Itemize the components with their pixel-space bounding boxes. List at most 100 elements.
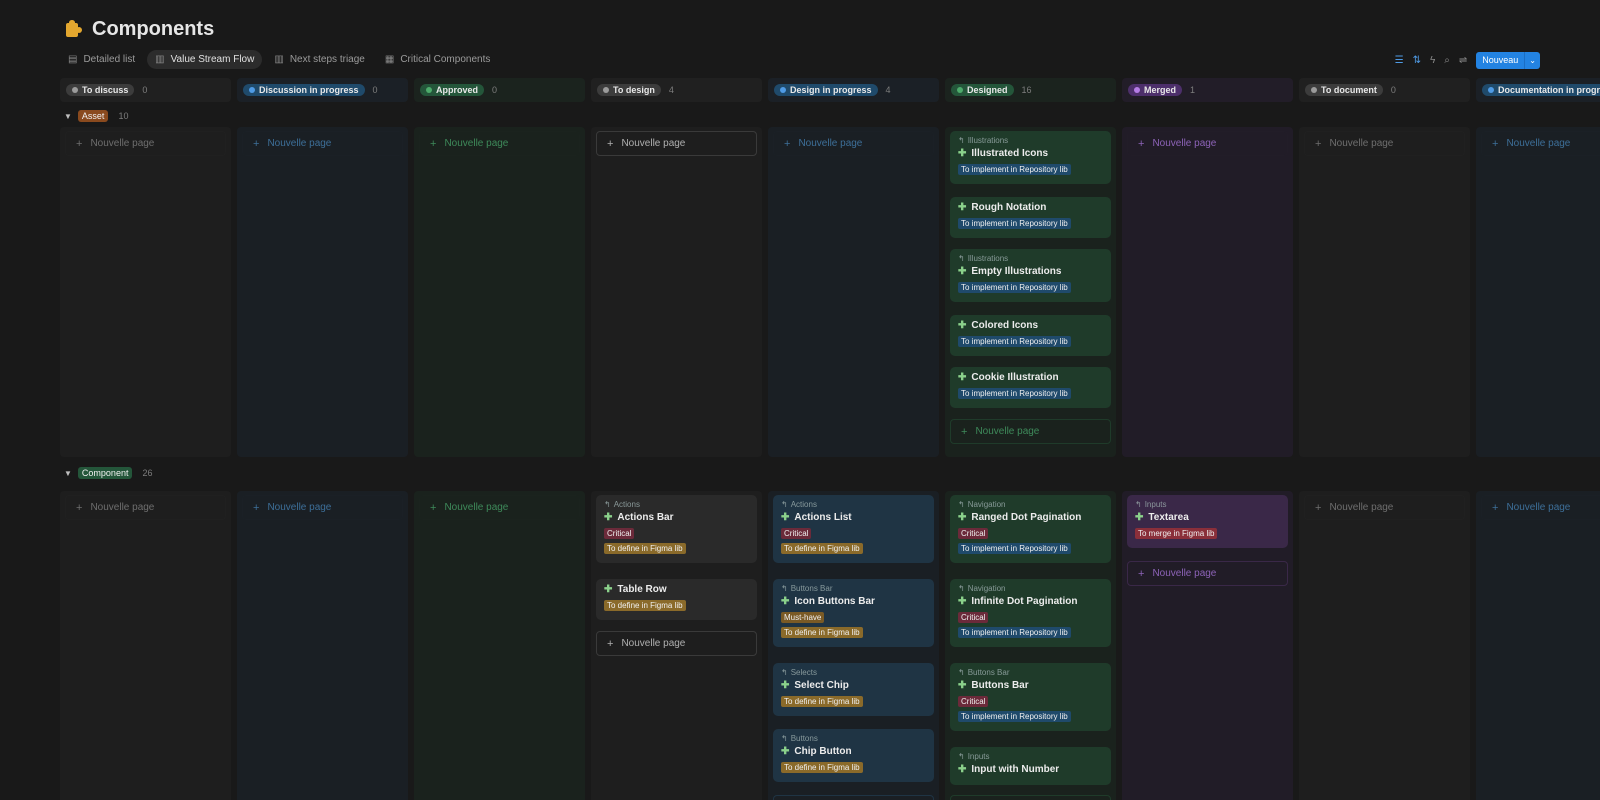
card-parent-label: Inputs (967, 752, 990, 761)
new-page-button[interactable]: +Nouvelle page (596, 131, 757, 156)
column-header[interactable]: Merged 1 (1122, 78, 1293, 102)
automation-icon[interactable]: ϟ (1430, 55, 1435, 66)
new-page-button[interactable]: +Nouvelle page (1127, 561, 1288, 586)
board-lane: + Nouvelle page (414, 491, 585, 800)
board-card[interactable]: ↰ Actions ✚ Actions List Critical To define i… (773, 495, 934, 563)
new-page-button[interactable]: +Nouvelle page (773, 795, 934, 800)
card-parent: ↰ Illustrations (958, 254, 1103, 263)
parent-arrow-icon: ↰ (781, 668, 788, 677)
view-tab[interactable]: ▤ Detailed list (60, 50, 143, 69)
column-header[interactable]: Designed 16 (945, 78, 1116, 102)
card-title-label: Infinite Dot Pagination (971, 596, 1078, 607)
board-card[interactable]: ↰ Illustrations ✚ Empty Illustrations To imp… (950, 249, 1111, 302)
board-lane: + Nouvelle page (591, 127, 762, 457)
board-card[interactable]: ↰ Selects ✚ Select Chip To define in Figma l… (773, 663, 934, 716)
plus-icon: + (1138, 137, 1145, 150)
plus-icon: + (253, 137, 260, 150)
column-header[interactable]: To design 4 (591, 78, 762, 102)
sort-icon[interactable]: ⇅ (1413, 55, 1421, 66)
filter-icon[interactable]: ☰ (1395, 55, 1404, 66)
column-header[interactable]: To document 0 (1299, 78, 1470, 102)
new-page-button[interactable]: +Nouvelle page (950, 419, 1111, 444)
new-page-label: Nouvelle page (90, 138, 155, 149)
parent-arrow-icon: ↰ (958, 500, 965, 509)
card-title-label: Actions Bar (617, 512, 674, 523)
new-page-button[interactable]: +Nouvelle page (419, 495, 580, 520)
new-page-label: Nouvelle page (975, 426, 1040, 437)
column-count: 4 (668, 85, 674, 95)
new-button-label[interactable]: Nouveau (1476, 52, 1526, 69)
new-page-button[interactable]: +Nouvelle page (950, 795, 1111, 800)
board-card[interactable]: ↰ Navigation ✚ Ranged Dot Pagination Critica… (950, 495, 1111, 563)
board-card[interactable]: ✚ Table Row To define in Figma lib (596, 579, 757, 620)
new-page-button[interactable]: +Nouvelle page (65, 495, 226, 520)
board-card[interactable]: ↰ Buttons Bar ✚ Icon Buttons Bar Must-have To… (773, 579, 934, 647)
board-card[interactable]: ✚ Rough Notation To implement in Repositor… (950, 197, 1111, 238)
board-card[interactable]: ↰ Inputs ✚ Textarea To merge in Figma lib (1127, 495, 1288, 548)
puzzle-icon: ✚ (781, 512, 790, 523)
new-page-button[interactable]: +Nouvelle page (65, 131, 226, 156)
new-page-button[interactable]: +Nouvelle page (1481, 495, 1600, 520)
board-card[interactable]: ↰ Navigation ✚ Infinite Dot Pagination Criti… (950, 579, 1111, 647)
status-label: Documentation in progress (1498, 85, 1600, 95)
card-parent: ↰ Inputs (1135, 500, 1280, 509)
status-badge: To document (1305, 84, 1383, 96)
column-header[interactable]: Discussion in progress 0 (237, 78, 408, 102)
card-tags: Must-have To define in Figma lib (781, 612, 926, 642)
board-card[interactable]: ↰ Illustrations ✚ Illustrated Icons To imple… (950, 131, 1111, 184)
card-tag: To implement in Repository lib (958, 711, 1071, 722)
card-title: ✚ Buttons Bar (958, 680, 1103, 691)
card-parent-label: Inputs (1144, 500, 1167, 509)
card-tag: Critical (604, 528, 635, 539)
chevron-down-icon[interactable]: ⌄ (1525, 52, 1540, 69)
board-card[interactable]: ↰ Buttons Bar ✚ Buttons Bar Critical To imple… (950, 663, 1111, 731)
new-page-button[interactable]: +Nouvelle page (1481, 131, 1600, 156)
card-parent-label: Actions (613, 500, 640, 509)
settings-icon[interactable]: ⇌ (1459, 55, 1467, 66)
board-lane: ↰ Navigation ✚ Ranged Dot Pagination Critica… (945, 491, 1116, 800)
view-tab[interactable]: ▥ Next steps triage (266, 50, 373, 69)
board-card[interactable]: ↰ Buttons ✚ Chip Button To define in Figma l… (773, 729, 934, 782)
board-card[interactable]: ↰ Actions ✚ Actions Bar Critical To define in… (596, 495, 757, 563)
board-card[interactable]: ↰ Inputs ✚ Input with Number (950, 747, 1111, 785)
puzzle-icon: ✚ (958, 512, 967, 523)
new-button[interactable]: Nouveau ⌄ (1476, 52, 1540, 69)
parent-arrow-icon: ↰ (604, 500, 611, 509)
new-page-button[interactable]: +Nouvelle page (1304, 131, 1465, 156)
plus-icon: + (253, 501, 260, 514)
card-title: ✚ Chip Button (781, 746, 926, 757)
new-page-button[interactable]: +Nouvelle page (773, 131, 934, 156)
board-card[interactable]: ✚ Colored Icons To implement in Repository… (950, 315, 1111, 356)
card-title-label: Select Chip (794, 680, 849, 691)
triangle-down-icon[interactable]: ▼ (64, 112, 72, 121)
view-tab[interactable]: ▦ Critical Components (377, 50, 499, 69)
card-title-label: Illustrated Icons (971, 148, 1049, 159)
card-title: ✚ Actions Bar (604, 512, 749, 523)
group-tag: Component (77, 467, 133, 479)
new-page-label: Nouvelle page (444, 138, 509, 149)
group-header[interactable]: ▼ Component 26 (64, 467, 152, 479)
new-page-button[interactable]: +Nouvelle page (596, 631, 757, 656)
card-parent-label: Navigation (967, 584, 1006, 593)
new-page-label: Nouvelle page (267, 138, 332, 149)
new-page-button[interactable]: +Nouvelle page (419, 131, 580, 156)
column-header[interactable]: Design in progress 4 (768, 78, 939, 102)
card-parent: ↰ Selects (781, 668, 926, 677)
view-tab[interactable]: ▥ Value Stream Flow (147, 50, 263, 69)
triangle-down-icon[interactable]: ▼ (64, 469, 72, 478)
board-lane: + Nouvelle page (414, 127, 585, 457)
column-header[interactable]: Approved 0 (414, 78, 585, 102)
new-page-button[interactable]: +Nouvelle page (242, 495, 403, 520)
new-page-button[interactable]: +Nouvelle page (1304, 495, 1465, 520)
puzzle-icon (64, 19, 84, 40)
column-header[interactable]: Documentation in progress0 (1476, 78, 1600, 102)
card-title: ✚ Infinite Dot Pagination (958, 596, 1103, 607)
board-card[interactable]: ✚ Cookie Illustration To implement in Repo… (950, 367, 1111, 408)
group-header[interactable]: ▼ Asset 10 (64, 110, 128, 122)
column-header[interactable]: To discuss 0 (60, 78, 231, 102)
card-title: ✚ Rough Notation (958, 202, 1103, 213)
new-page-button[interactable]: + Nouvelle page (242, 131, 403, 156)
search-icon[interactable]: ⌕ (1444, 55, 1450, 66)
new-page-button[interactable]: +Nouvelle page (1127, 131, 1288, 156)
status-dot-icon (603, 87, 609, 93)
